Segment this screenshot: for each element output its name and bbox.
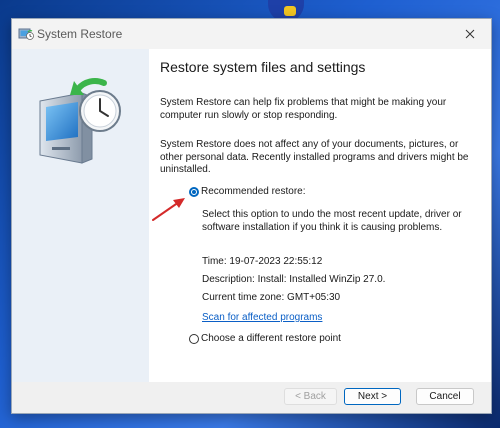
system-restore-window: System Restore Restore system files and … <box>11 18 492 414</box>
choose-different-restore-radio[interactable] <box>189 334 199 344</box>
annotation-arrow-icon <box>152 198 185 221</box>
close-button[interactable] <box>449 19 491 49</box>
system-restore-icon <box>18 27 34 41</box>
restore-timezone: Current time zone: GMT+05:30 <box>202 292 341 303</box>
illustration-panel <box>12 49 149 382</box>
scan-affected-programs-link[interactable]: Scan for affected programs <box>202 312 322 323</box>
recommended-restore-label[interactable]: Recommended restore: <box>201 186 306 197</box>
recommended-restore-description: Select this option to undo the most rece… <box>202 209 462 233</box>
page-title: Restore system files and settings <box>160 59 366 75</box>
next-button[interactable]: Next > <box>344 388 401 405</box>
window-title: System Restore <box>37 27 123 41</box>
close-icon <box>465 29 475 39</box>
background-decoration-accent <box>284 6 296 16</box>
title-bar: System Restore <box>12 19 491 49</box>
restore-computer-clock-icon <box>39 78 121 164</box>
back-button[interactable]: < Back <box>284 388 337 405</box>
main-panel: Restore system files and settings System… <box>160 49 485 382</box>
cancel-button[interactable]: Cancel <box>416 388 474 405</box>
restore-time: Time: 19-07-2023 22:55:12 <box>202 256 323 267</box>
button-bar: < Back Next > Cancel <box>12 382 491 413</box>
dialog-content: Restore system files and settings System… <box>12 49 491 382</box>
restore-description: Description: Install: Installed WinZip 2… <box>202 274 386 285</box>
choose-different-restore-label[interactable]: Choose a different restore point <box>201 333 341 344</box>
intro-paragraph: System Restore can help fix problems tha… <box>160 97 447 121</box>
disclaimer-paragraph: System Restore does not affect any of yo… <box>160 139 469 175</box>
